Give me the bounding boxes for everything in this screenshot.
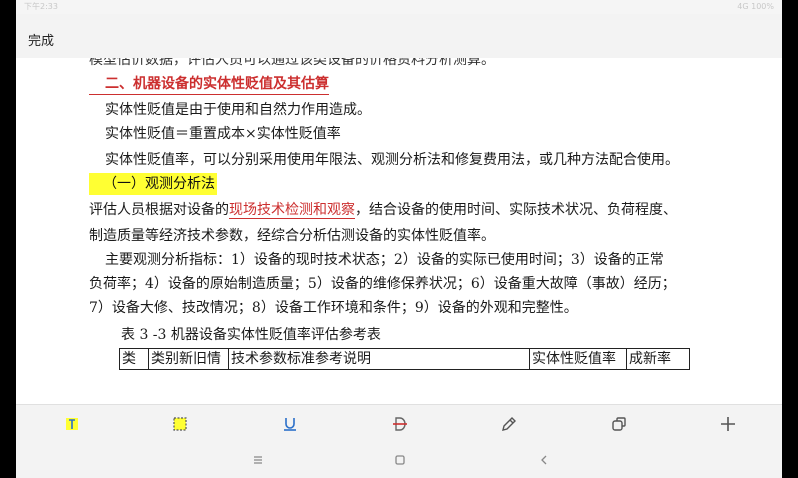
paragraph-8: 7）设备大修、技改情况；8）设备工作环境和条件；9）设备的外观和完整性。	[89, 300, 578, 316]
table-header-cell: 技术参数标准参考说明	[228, 348, 530, 370]
screen: 下午2:33 4G 100% 完成 模型估价数据，评估人员可以通过该类设备的价格…	[16, 0, 782, 478]
system-nav-bar	[16, 442, 782, 478]
paragraph-7: 负荷率；4）设备的原始制造质量；5）设备的维修保养状况；6）设备重大故障（事故）…	[89, 276, 676, 292]
top-bar: 完成	[16, 14, 782, 58]
table-header-cell: 类	[119, 348, 149, 370]
table-caption: 表 3 -3 机器设备实体性贬值率评估参考表	[121, 327, 381, 343]
status-bar: 下午2:33 4G 100%	[16, 0, 782, 14]
done-button[interactable]: 完成	[28, 30, 54, 49]
status-indicators: 4G 100%	[737, 2, 774, 11]
paragraph-4: 评估人员根据对设备的现场技术检测和观察，结合设备的使用时间、实际技术状况、负荷程…	[89, 200, 677, 220]
copy-icon[interactable]	[609, 414, 629, 434]
section-heading: 二、机器设备的实体性贬值及其估算	[89, 74, 329, 95]
text-highlight-icon[interactable]	[62, 414, 82, 434]
paragraph-3: 实体性贬值率，可以分别采用使用年限法、观测分析法和修复费用法，或几种方法配合使用…	[105, 152, 679, 168]
table-header-cell: 实体性贬值率	[529, 348, 627, 370]
reference-table: 类 类别新旧情 技术参数标准参考说明 实体性贬值率 成新率	[119, 348, 690, 370]
home-icon[interactable]	[392, 452, 408, 468]
table-header-cell: 类别新旧情	[148, 348, 229, 370]
clipped-text-line: 模型估价数据，评估人员可以通过该类设备的价格资料分析测算。	[89, 58, 495, 68]
strikethrough-icon[interactable]	[390, 414, 410, 434]
document-view[interactable]: 模型估价数据，评估人员可以通过该类设备的价格资料分析测算。 二、机器设备的实体性…	[16, 58, 782, 404]
paragraph-2: 实体性贬值＝重置成本×实体性贬值率	[105, 126, 341, 142]
status-time: 下午2:33	[24, 2, 58, 11]
annotation-toolbar	[16, 404, 782, 443]
table-header-cell: 成新率	[626, 348, 690, 370]
menu-icon[interactable]	[250, 452, 266, 468]
underlined-annotation: 现场技术检测和观察	[229, 202, 355, 219]
paragraph-4-suffix: ，结合设备的使用时间、实际技术状况、负荷程度、	[355, 202, 677, 218]
area-select-icon[interactable]	[170, 414, 190, 434]
highlighted-subheading: （一）观测分析法	[89, 173, 217, 195]
paragraph-6: 主要观测分析指标：1）设备的现时技术状态；2）设备的实际已使用时间；3）设备的正…	[105, 252, 664, 268]
underline-icon[interactable]	[280, 414, 300, 434]
pencil-icon[interactable]	[499, 414, 519, 434]
table-header-row: 类 类别新旧情 技术参数标准参考说明 实体性贬值率 成新率	[119, 348, 690, 370]
paragraph-1: 实体性贬值是由于使用和自然力作用造成。	[105, 102, 371, 118]
back-icon[interactable]	[536, 452, 552, 468]
add-icon[interactable]	[718, 414, 738, 434]
paragraph-5: 制造质量等经济技术参数，经综合分析估测设备的实体性贬值率。	[89, 228, 495, 244]
paragraph-4-prefix: 评估人员根据对设备的	[89, 202, 229, 218]
